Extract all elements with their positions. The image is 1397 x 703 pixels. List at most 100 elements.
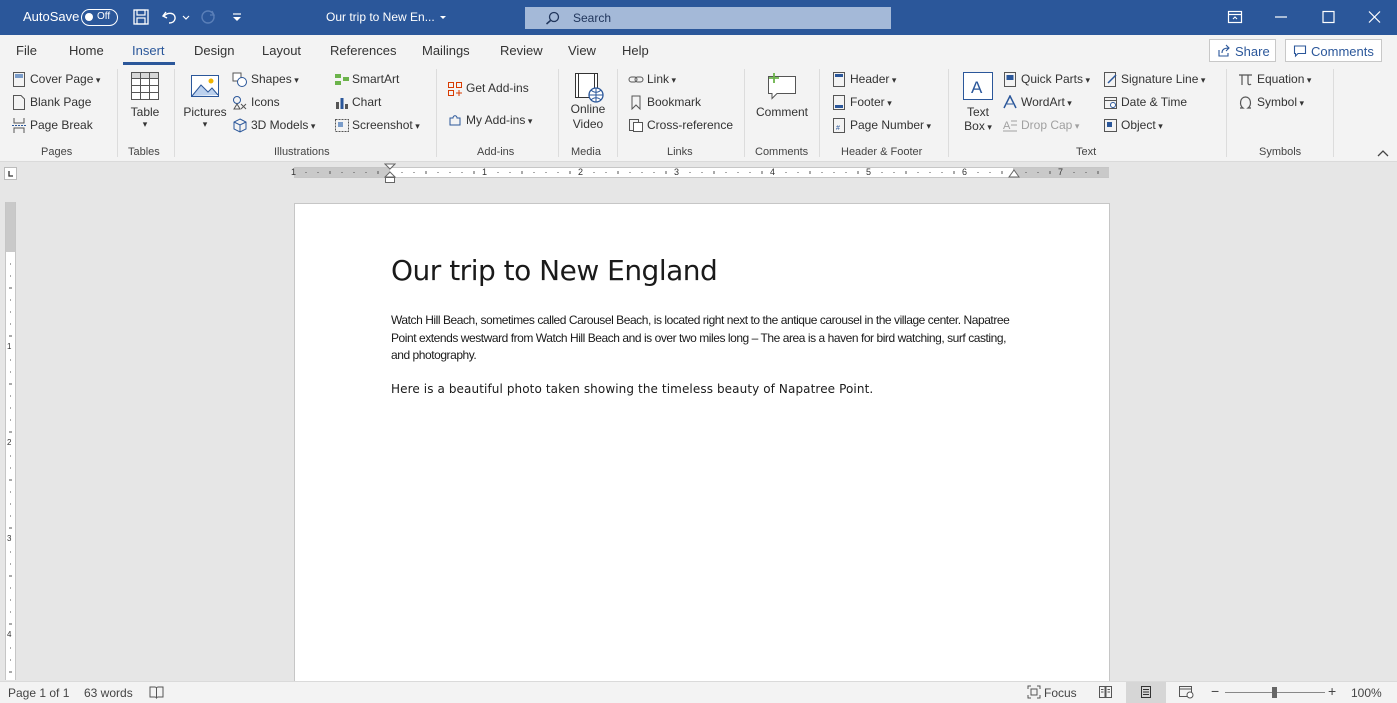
ribbon-tabs: File Home Insert Design Layout Reference… <box>0 35 1397 65</box>
group-links-label: Links <box>667 146 693 158</box>
signature-line-button[interactable]: Signature Line ▾ <box>1103 72 1205 87</box>
tab-review[interactable]: Review <box>500 43 543 58</box>
proofing-icon[interactable] <box>149 685 164 702</box>
customize-toolbar-icon[interactable] <box>230 8 244 26</box>
focus-icon[interactable] <box>1027 685 1041 702</box>
screenshot-icon <box>335 119 349 132</box>
right-indent-marker-icon[interactable] <box>1008 168 1020 184</box>
undo-icon[interactable] <box>161 8 179 26</box>
comment-label: Comment <box>755 105 808 119</box>
icons-label: Icons <box>251 95 280 109</box>
undo-dropdown-icon[interactable] <box>181 8 191 26</box>
web-layout-icon[interactable] <box>1178 685 1194 702</box>
cover-page-icon <box>13 72 25 87</box>
tab-home[interactable]: Home <box>69 43 104 58</box>
smartart-button[interactable]: SmartArt <box>334 72 399 86</box>
object-button[interactable]: Object ▾ <box>1103 118 1163 132</box>
tab-layout[interactable]: Layout <box>262 43 301 58</box>
title-bar: AutoSave Off Our trip to New En... Searc… <box>0 0 1397 35</box>
drop-cap-button: A Drop Cap ▾ <box>1003 118 1080 132</box>
cross-reference-icon <box>629 119 643 132</box>
bookmark-button[interactable]: Bookmark <box>628 95 701 110</box>
cube-icon <box>233 118 247 133</box>
close-button[interactable] <box>1351 0 1397 35</box>
print-layout-icon[interactable] <box>1139 685 1153 702</box>
autosave-toggle[interactable]: Off <box>81 9 118 26</box>
document-page[interactable]: Our trip to New England Watch Hill Beach… <box>294 203 1110 681</box>
page-break-button[interactable]: Page Break <box>12 118 93 133</box>
comment-button[interactable]: Comment <box>752 71 812 119</box>
blank-page-icon <box>13 95 25 110</box>
online-video-label-1: Online <box>570 102 606 116</box>
vertical-ruler[interactable]: 1 2 3 4 <box>5 202 16 680</box>
equation-button[interactable]: Equation ▾ <box>1238 72 1311 86</box>
tab-mailings[interactable]: Mailings <box>422 43 470 58</box>
table-icon <box>131 72 159 100</box>
ruler-number: 1 <box>291 167 297 177</box>
chart-button[interactable]: Chart <box>334 95 381 109</box>
tab-file[interactable]: File <box>16 43 37 58</box>
screenshot-label: Screenshot <box>352 118 413 132</box>
word-count[interactable]: 63 words <box>84 686 133 700</box>
online-video-button[interactable]: Online Video <box>565 71 611 131</box>
get-addins-button[interactable]: Get Add-ins <box>447 81 529 96</box>
quick-parts-button[interactable]: Quick Parts ▾ <box>1003 72 1090 87</box>
zoom-out-button[interactable]: − <box>1211 683 1219 699</box>
focus-label[interactable]: Focus <box>1044 686 1077 700</box>
pictures-button[interactable]: Pictures ▾ <box>182 71 228 130</box>
minimize-button[interactable] <box>1258 0 1304 35</box>
footer-button[interactable]: Footer ▾ <box>832 95 892 110</box>
date-time-button[interactable]: Date & Time <box>1103 95 1187 109</box>
save-icon[interactable] <box>132 8 150 26</box>
link-button[interactable]: Link ▾ <box>628 72 676 86</box>
comments-button[interactable]: Comments <box>1285 39 1382 62</box>
icons-button[interactable]: Icons <box>232 95 280 110</box>
3d-models-button[interactable]: 3D Models ▾ <box>232 118 315 133</box>
horizontal-ruler[interactable]: 1 1 2 3 4 5 6 7 <box>291 167 1109 178</box>
pictures-icon <box>191 75 219 97</box>
signature-line-label: Signature Line <box>1121 72 1199 86</box>
screenshot-button[interactable]: Screenshot ▾ <box>334 118 420 132</box>
table-button[interactable]: Table ▾ <box>127 71 163 130</box>
pi-icon <box>1239 74 1252 86</box>
page-number-button[interactable]: # Page Number ▾ <box>832 118 931 133</box>
ruler-number: 6 <box>962 167 968 177</box>
my-addins-icon <box>449 115 461 126</box>
share-button[interactable]: Share <box>1209 39 1276 62</box>
text-box-button[interactable]: A Text Box ▾ <box>958 71 998 135</box>
link-label: Link <box>647 72 670 86</box>
group-media-label: Media <box>571 146 601 158</box>
tab-design[interactable]: Design <box>194 43 234 58</box>
tab-selector[interactable] <box>4 167 17 180</box>
separator <box>1226 69 1227 157</box>
my-addins-button[interactable]: My Add-ins ▾ <box>447 113 532 127</box>
document-paragraph[interactable]: Watch Hill Beach, sometimes called Carou… <box>391 312 1011 365</box>
title-dropdown-icon[interactable] <box>437 8 449 26</box>
page-count[interactable]: Page 1 of 1 <box>8 686 69 700</box>
tab-references[interactable]: References <box>330 43 396 58</box>
cover-page-button[interactable]: Cover Page ▾ <box>12 72 100 87</box>
page-break-icon <box>12 118 26 133</box>
zoom-level[interactable]: 100% <box>1351 686 1382 700</box>
indent-marker-icon[interactable] <box>384 162 396 184</box>
document-heading[interactable]: Our trip to New England <box>391 254 718 287</box>
document-paragraph[interactable]: Here is a beautiful photo taken showing … <box>391 382 873 396</box>
cross-reference-button[interactable]: Cross-reference <box>628 118 733 132</box>
search-box[interactable]: Search <box>525 7 891 29</box>
tab-insert[interactable]: Insert <box>132 43 165 58</box>
wordart-button[interactable]: WordArt ▾ <box>1003 95 1072 109</box>
group-text-label: Text <box>1076 146 1097 158</box>
blank-page-button[interactable]: Blank Page <box>12 95 91 110</box>
shapes-button[interactable]: Shapes ▾ <box>232 72 299 87</box>
omega-icon <box>1239 96 1252 109</box>
ribbon-display-options-button[interactable] <box>1212 0 1258 35</box>
read-mode-icon[interactable] <box>1098 685 1113 702</box>
header-button[interactable]: Header ▾ <box>832 72 896 87</box>
symbol-button[interactable]: Symbol ▾ <box>1238 95 1304 109</box>
zoom-in-button[interactable]: + <box>1328 683 1336 699</box>
tab-view[interactable]: View <box>568 43 596 58</box>
zoom-slider-thumb[interactable] <box>1272 687 1277 698</box>
tab-help[interactable]: Help <box>622 43 649 58</box>
maximize-button[interactable] <box>1305 0 1351 35</box>
symbol-label: Symbol <box>1257 95 1298 109</box>
